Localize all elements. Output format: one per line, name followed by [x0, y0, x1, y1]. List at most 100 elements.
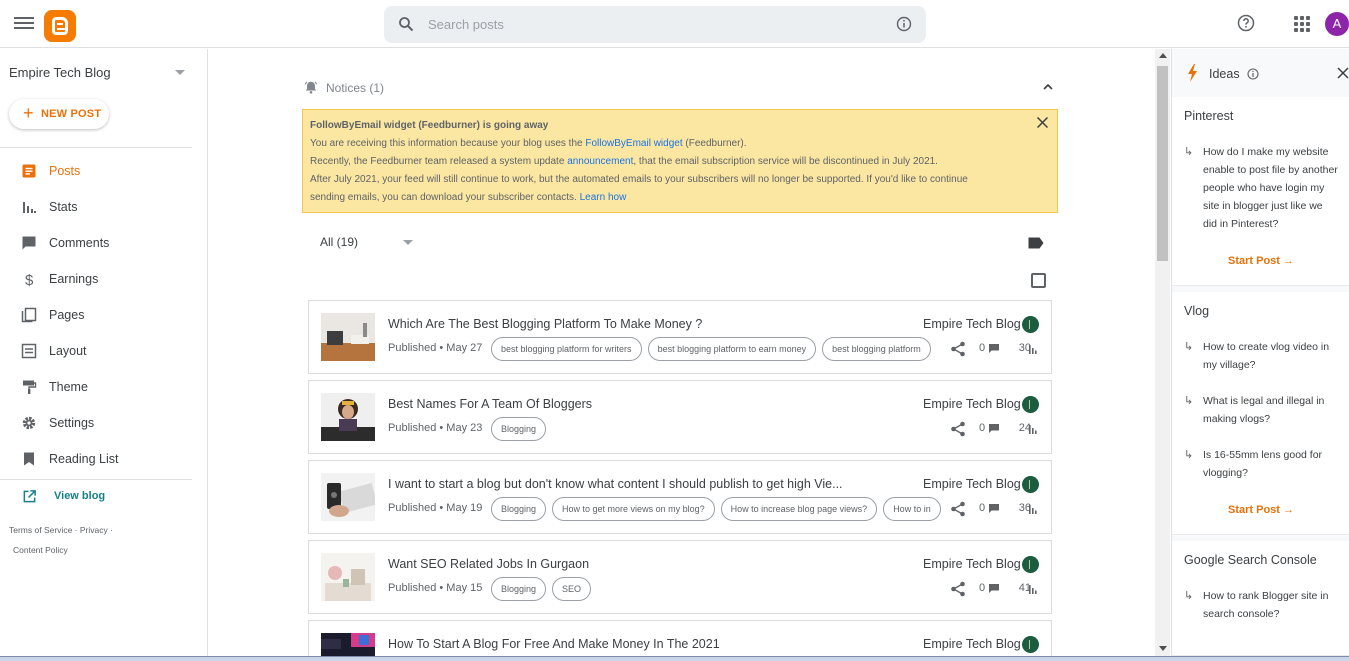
search-icon[interactable] — [398, 16, 414, 32]
scroll-up-arrow[interactable] — [1159, 53, 1167, 58]
notices-title: Notices (1) — [326, 81, 385, 95]
ideas-title: Ideas — [1209, 67, 1240, 81]
privacy-link[interactable]: Privacy — [80, 525, 108, 535]
notice-line: After July 2021, your feed will still co… — [310, 174, 968, 185]
close-icon[interactable] — [1036, 116, 1049, 129]
post-tags: Blogging How to get more views on my blog… — [491, 497, 945, 521]
sidebar-item-label: Posts — [49, 164, 81, 178]
post-filter-dropdown[interactable]: All (19) — [320, 235, 420, 253]
share-icon[interactable] — [950, 581, 966, 597]
learn-how-link[interactable]: Learn how — [580, 192, 627, 203]
chevron-up-icon[interactable] — [1042, 81, 1054, 93]
idea-question[interactable]: ↳ What is legal and illegal in making vlo… — [1184, 392, 1338, 428]
paint-roller-icon — [23, 380, 37, 394]
close-icon[interactable] — [1337, 67, 1349, 79]
sidebar-nav: Posts Stats Comments $ Earnings Pages La… — [0, 153, 207, 477]
label-icon[interactable] — [1028, 237, 1044, 249]
post-blog-name: Empire Tech Blog — [923, 557, 1021, 571]
search-input[interactable] — [428, 6, 868, 43]
post-row[interactable]: Which Are The Best Blogging Platform To … — [308, 300, 1052, 374]
idea-question[interactable]: ↳ Is 16-55mm lens good for vlogging? — [1184, 446, 1338, 482]
sidebar-item-layout[interactable]: Layout — [0, 333, 207, 369]
tag-chip[interactable]: How to increase blog page views? — [720, 497, 878, 521]
post-row[interactable]: How To Start A Blog For Free And Make Mo… — [308, 620, 1052, 661]
share-icon[interactable] — [950, 421, 966, 437]
post-row[interactable]: Best Names For A Team Of Bloggers Publis… — [308, 380, 1052, 454]
sidebar-item-stats[interactable]: Stats — [0, 189, 207, 225]
tag-chip[interactable]: How to get more views on my blog? — [552, 497, 715, 521]
posts-icon — [22, 164, 36, 178]
sidebar-item-label: Settings — [49, 416, 95, 430]
menu-icon[interactable] — [14, 14, 34, 34]
comment-count: 0 — [979, 422, 986, 434]
info-icon[interactable] — [1247, 68, 1259, 80]
bell-icon — [304, 81, 318, 94]
post-title[interactable]: How To Start A Blog For Free And Make Mo… — [388, 637, 720, 651]
help-icon[interactable] — [1237, 14, 1255, 32]
scroll-thumb[interactable] — [1157, 66, 1168, 261]
comment-icon — [989, 424, 999, 433]
sidebar-item-theme[interactable]: Theme — [0, 369, 207, 405]
idea-question[interactable]: ↳ How do I make my website enable to post… — [1184, 143, 1338, 233]
sidebar-item-pages[interactable]: Pages — [0, 297, 207, 333]
new-post-button[interactable]: + NEW POST — [9, 99, 109, 129]
dropdown-caret-icon — [175, 70, 185, 75]
stats-icon — [23, 202, 36, 213]
notice-line: Recently, the Feedburner team released a… — [310, 156, 938, 167]
ideas-header: Ideas — [1172, 49, 1349, 97]
share-icon[interactable] — [950, 341, 966, 357]
view-count: 30 — [1018, 342, 1031, 354]
top-app-bar: A — [0, 0, 1349, 48]
post-blog-name: Empire Tech Blog — [923, 477, 1021, 491]
lightning-bolt-icon — [1188, 64, 1197, 82]
sidebar-item-settings[interactable]: Settings — [0, 405, 207, 441]
sidebar-item-comments[interactable]: Comments — [0, 225, 207, 261]
terms-link[interactable]: Terms of Service — [9, 525, 72, 535]
tag-chip[interactable]: How to in — [883, 497, 941, 521]
info-icon[interactable] — [896, 16, 912, 32]
sidebar-item-posts[interactable]: Posts — [0, 153, 207, 189]
post-row[interactable]: Want SEO Related Jobs In Gurgaon Publish… — [308, 540, 1052, 614]
tag-chip[interactable]: best blogging platform — [822, 337, 931, 361]
followbyemail-link[interactable]: FollowByEmail widget — [585, 138, 682, 149]
post-title[interactable]: Which Are The Best Blogging Platform To … — [388, 317, 702, 331]
post-title[interactable]: Want SEO Related Jobs In Gurgaon — [388, 557, 589, 571]
post-row[interactable]: I want to start a blog but don't know wh… — [308, 460, 1052, 534]
post-status: Published • May 15 — [388, 582, 483, 594]
tag-chip[interactable]: Blogging — [491, 417, 547, 441]
blog-avatar — [1022, 636, 1039, 653]
tag-chip[interactable]: SEO — [552, 577, 592, 601]
sidebar-item-reading-list[interactable]: Reading List — [0, 441, 207, 477]
avatar[interactable]: A — [1325, 12, 1349, 36]
post-title[interactable]: I want to start a blog but don't know wh… — [388, 477, 843, 491]
select-all-checkbox[interactable] — [1031, 273, 1046, 288]
content-policy-link[interactable]: Content Policy — [13, 545, 68, 555]
notice-line: sending emails, you can download your su… — [310, 192, 627, 203]
blog-selector-label: Empire Tech Blog — [9, 65, 111, 80]
sidebar: Empire Tech Blog + NEW POST Posts Stats … — [0, 49, 208, 661]
notices-header[interactable]: Notices (1) — [302, 78, 1058, 98]
comments-icon — [22, 236, 36, 250]
idea-question[interactable]: ↳ How to create vlog video in my village? — [1184, 338, 1338, 374]
subdirectory-arrow-icon: ↳ — [1184, 146, 1194, 158]
apps-grid-icon[interactable] — [1294, 16, 1310, 32]
blogger-logo[interactable] — [44, 10, 76, 42]
announcement-link[interactable]: announcement — [567, 156, 633, 167]
post-title[interactable]: Best Names For A Team Of Bloggers — [388, 397, 592, 411]
sidebar-item-earnings[interactable]: $ Earnings — [0, 261, 207, 297]
scroll-down-arrow[interactable] — [1159, 646, 1167, 651]
search-bar — [384, 6, 926, 43]
post-status: Published • May 23 — [388, 422, 483, 434]
blog-selector[interactable]: Empire Tech Blog — [9, 65, 189, 85]
post-blog-name: Empire Tech Blog — [923, 637, 1021, 651]
idea-card: Pinterest ↳ How do I make my website enab… — [1172, 97, 1349, 286]
share-icon[interactable] — [950, 501, 966, 517]
start-post-button[interactable]: Start Post → — [1184, 251, 1338, 271]
tag-chip[interactable]: Blogging — [491, 577, 547, 601]
tag-chip[interactable]: best blogging platform for writers — [491, 337, 642, 361]
idea-question[interactable]: ↳ How to rank Blogger site in search cons… — [1184, 587, 1338, 623]
tag-chip[interactable]: Blogging — [491, 497, 547, 521]
tag-chip[interactable]: best blogging platform to earn money — [647, 337, 817, 361]
main-scrollbar[interactable] — [1155, 49, 1170, 661]
start-post-button[interactable]: Start Post → — [1184, 500, 1338, 520]
